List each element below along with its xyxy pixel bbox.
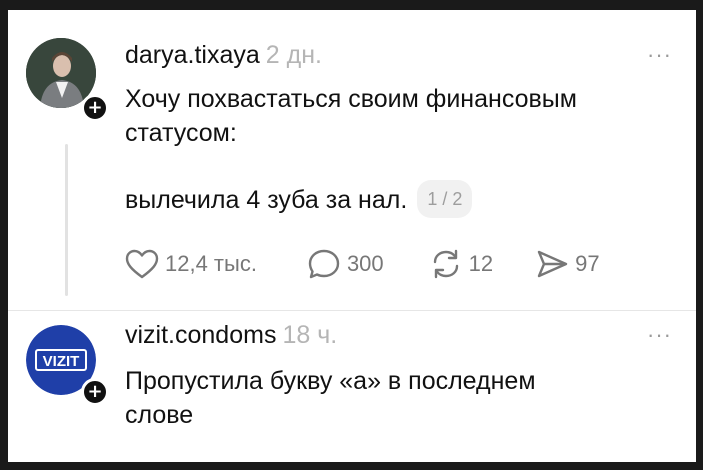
share-icon (537, 250, 568, 278)
post1-caption-row: вылечила 4 зуба за нал. 1 / 2 (125, 180, 473, 218)
post2-username[interactable]: vizit.condoms (125, 321, 276, 349)
post1-header: darya.tixaya 2 дн. (125, 41, 322, 70)
post1-text: Хочу похвастаться своим финансовым стату… (125, 82, 577, 150)
post1-caption: вылечила 4 зуба за нал. (125, 186, 408, 214)
comment-button[interactable]: 300 (307, 248, 384, 280)
repost-icon (433, 249, 458, 279)
post2-text: Пропустила букву «а» в последнем слове (125, 364, 536, 432)
media-pager-badge: 1 / 2 (417, 180, 473, 218)
post2-time: 18 ч. (282, 321, 338, 349)
repost-button[interactable]: 12 (429, 248, 493, 280)
follow-plus-icon[interactable]: + (81, 94, 109, 122)
likes-count: 12,4 тыс. (165, 251, 257, 276)
comment-icon (308, 249, 340, 279)
post1-text-line1: Хочу похвастаться своим финансовым (125, 85, 577, 113)
like-button[interactable]: 12,4 тыс. (125, 248, 257, 280)
reposts-count: 12 (468, 251, 494, 276)
more-icon[interactable]: ··· (647, 322, 672, 348)
follow-plus-icon[interactable]: + (81, 378, 109, 406)
post1-actions: 12,4 тыс. 300 12 97 (125, 248, 600, 280)
post2-text-line2: слове (125, 401, 194, 429)
post1-time: 2 дн. (265, 41, 322, 69)
more-icon[interactable]: ··· (647, 42, 672, 68)
thread-connector-line (65, 144, 68, 296)
post1-username[interactable]: darya.tixaya (125, 41, 260, 69)
post2-header: vizit.condoms 18 ч. (125, 321, 337, 350)
share-button[interactable]: 97 (535, 248, 600, 280)
post1-text-line2: статусом: (125, 119, 237, 147)
post-divider (8, 310, 696, 311)
thread-view: + darya.tixaya 2 дн. ··· Хочу похвастатьс… (8, 10, 696, 462)
post2-text-line1: Пропустила букву «а» в последнем (125, 367, 536, 395)
heart-icon (125, 249, 159, 279)
shares-count: 97 (575, 251, 600, 276)
vizit-logo-text: VIZIT (43, 353, 80, 370)
comments-count: 300 (346, 251, 384, 276)
